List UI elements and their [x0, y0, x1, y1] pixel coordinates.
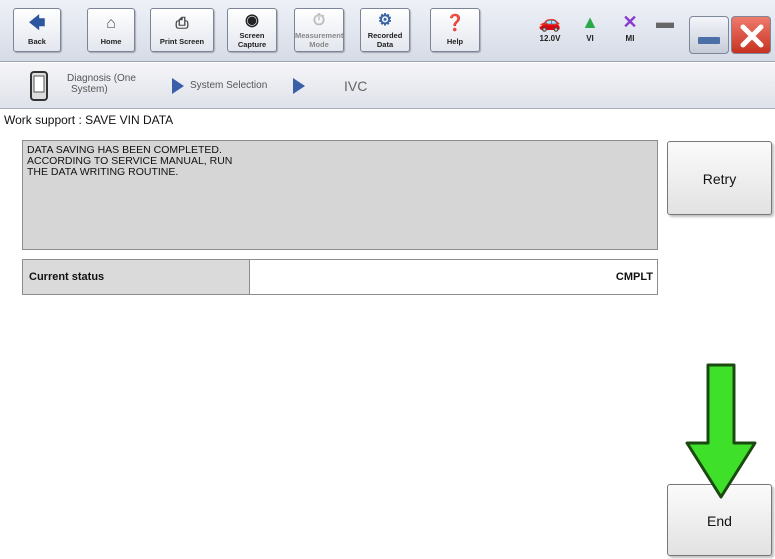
printer-icon: ⎙: [175, 15, 189, 32]
message-box: DATA SAVING HAS BEEN COMPLETED. ACCORDIN…: [22, 140, 658, 250]
battery-icon: ▬: [656, 12, 674, 32]
back-button[interactable]: 🡄 Back: [13, 8, 61, 52]
camera-icon: ◉: [245, 12, 259, 29]
voltage-status: 🚗 12.0V: [530, 10, 570, 43]
mi-status: ✕ MI: [612, 10, 648, 43]
capture-label-1: Screen: [239, 31, 265, 40]
retry-button[interactable]: Retry: [667, 141, 772, 215]
mi-label: MI: [625, 34, 635, 43]
help-label: Help: [446, 37, 464, 46]
meter-icon: ⏱: [312, 12, 326, 29]
car-battery-icon: 🚗: [538, 12, 562, 32]
minimize-icon: [698, 37, 720, 44]
device-icon: [30, 71, 48, 101]
breadcrumb: Diagnosis (One System) System Selection …: [0, 63, 775, 109]
recorded-label-1: Recorded: [367, 31, 403, 40]
close-icon: [740, 24, 764, 48]
recorded-label-2: Data: [376, 40, 394, 49]
home-label: Home: [100, 37, 122, 46]
help-icon: ❓: [445, 15, 465, 32]
back-arrow-icon: 🡄: [28, 15, 46, 32]
page-title: Work support : SAVE VIN DATA: [4, 113, 174, 127]
current-status-label: Current status: [23, 260, 249, 294]
breadcrumb-diagnosis-line1: Diagnosis (One: [67, 73, 136, 84]
recorded-data-button[interactable]: ⚙ Recorded Data: [360, 8, 410, 52]
capture-label-2: Capture: [237, 40, 267, 49]
breadcrumb-diagnosis-line2: System): [71, 84, 108, 95]
help-button[interactable]: ❓ Help: [430, 8, 480, 52]
message-line: THE DATA WRITING ROUTINE.: [27, 166, 179, 178]
breadcrumb-item-diagnosis[interactable]: Diagnosis (One System): [67, 73, 157, 95]
print-label: Print Screen: [159, 37, 205, 46]
breadcrumb-system-selection-label: System Selection: [190, 80, 268, 91]
chevron-right-icon: [172, 78, 184, 94]
measurement-label-1: Measurement: [295, 31, 344, 40]
back-label: Back: [28, 37, 46, 46]
chevron-right-icon: [293, 78, 305, 94]
current-status-value: CMPLT: [249, 260, 657, 294]
battery-status: ▬: [650, 10, 680, 34]
measurement-label-2: Mode: [309, 40, 329, 49]
current-status-row: Current status CMPLT: [22, 259, 658, 295]
home-icon: ⌂: [106, 15, 116, 32]
vi-status: ▲ VI: [572, 10, 608, 43]
breadcrumb-item-ivc: IVC: [344, 78, 368, 94]
measurement-mode-button[interactable]: ⏱ Measurement Mode: [294, 8, 344, 52]
close-button[interactable]: [731, 16, 771, 54]
message-line: DATA SAVING HAS BEEN COMPLETED.: [27, 144, 222, 156]
x-mark-icon: ✕: [622, 12, 638, 32]
recorded-data-icon: ⚙: [377, 12, 393, 29]
minimize-button[interactable]: [689, 16, 729, 54]
voltage-value: 12.0V: [539, 34, 561, 43]
breadcrumb-item-system-selection[interactable]: System Selection: [190, 80, 267, 91]
toolbar: 🡄 Back ⌂ Home ⎙ Print Screen ◉ Screen Ca…: [0, 0, 775, 62]
screen-capture-button[interactable]: ◉ Screen Capture: [227, 8, 277, 52]
arrow-down-icon: [685, 363, 757, 499]
print-screen-button[interactable]: ⎙ Print Screen: [150, 8, 214, 52]
vi-label: VI: [586, 34, 594, 43]
home-button[interactable]: ⌂ Home: [87, 8, 135, 52]
signal-icon: ▲: [581, 12, 599, 32]
